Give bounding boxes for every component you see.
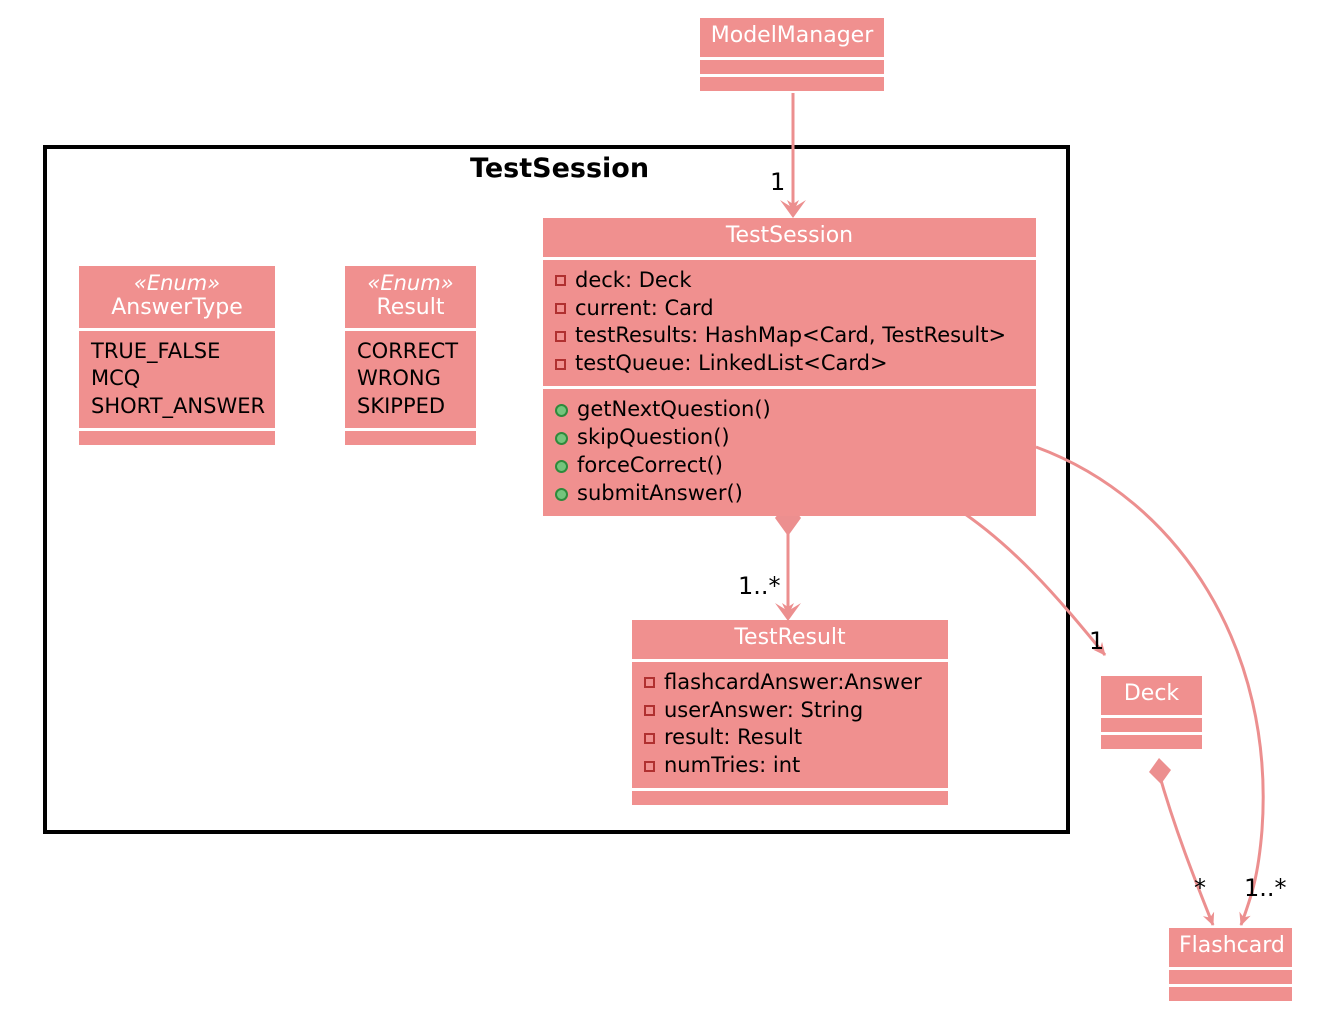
multiplicity-modelmanager-testsession: 1 (770, 168, 786, 196)
arrowhead-testresult (775, 603, 801, 621)
multiplicity-testsession-deck: 1 (1089, 627, 1105, 655)
multiplicity-deck-flashcard: * (1194, 874, 1206, 902)
multiplicity-testsession-flashcard: 1..* (1244, 874, 1287, 902)
multiplicity-testsession-testresult: 1..* (738, 572, 781, 600)
arrowhead-testsession (780, 200, 806, 218)
uml-diagram-canvas: TestSession ModelManager «Enum» AnswerTy… (0, 0, 1317, 1025)
relationship-arrowheads (775, 200, 806, 621)
